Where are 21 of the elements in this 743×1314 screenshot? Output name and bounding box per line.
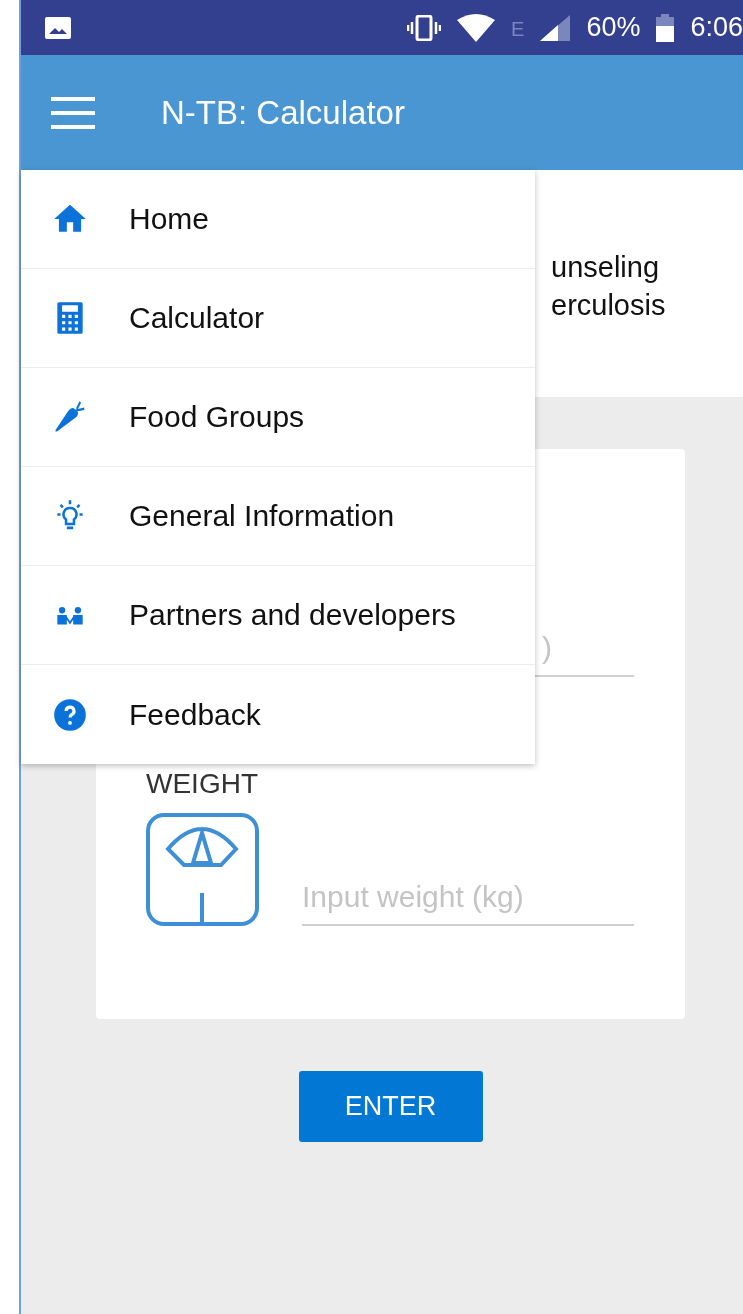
drawer-item[interactable]: Home [21,170,535,269]
scale-icon [146,813,259,926]
image-icon [45,16,71,39]
signal-icon [540,14,571,41]
header-text: unseling [551,250,661,285]
wifi-icon [457,13,496,42]
drawer-item[interactable]: General Information [21,467,535,566]
vibrate-icon [407,14,442,41]
app-title: N-TB: Calculator [161,93,405,132]
drawer-item[interactable]: Food Groups [21,368,535,467]
menu-button[interactable] [51,96,95,129]
drawer-item[interactable]: Calculator [21,269,535,368]
header-text: erculosis [551,288,667,323]
enter-button[interactable]: ENTER [298,1071,483,1142]
network-type: E [511,18,525,41]
weight-label: WEIGHT [146,769,258,799]
clock-time: 6:06 [690,12,743,43]
battery-icon [656,13,675,42]
drawer-item[interactable]: Feedback [21,665,535,764]
drawer-item[interactable]: Partners and developers [21,566,535,665]
battery-percent: 60% [586,12,641,43]
